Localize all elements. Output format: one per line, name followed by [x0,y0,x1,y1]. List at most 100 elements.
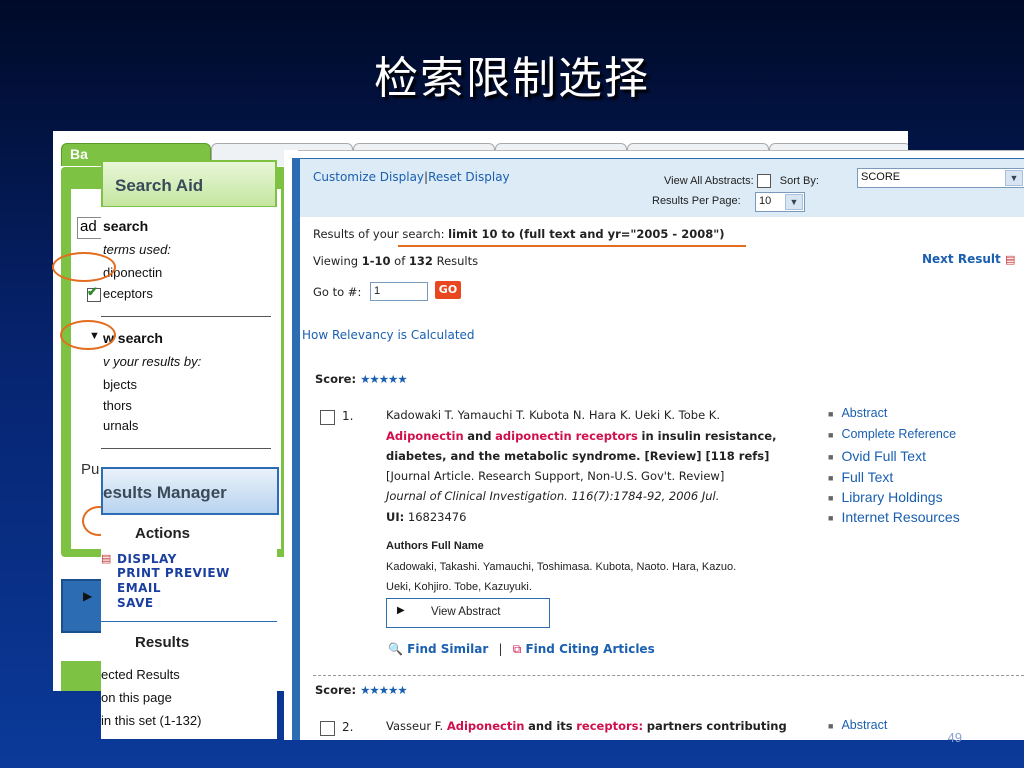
goto-label: Go to #: [313,285,362,299]
view-all-abstracts-row: View All Abstracts: Sort By: [664,174,819,188]
search-section-title: search [103,218,149,234]
record-2-checkbox[interactable] [320,721,335,736]
slide-page-number: 49 [947,730,962,745]
slide-title: 检索限制选择 [374,53,650,104]
authors-full-line-1: Kadowaki, Takashi. Yamauchi, Toshimasa. … [386,561,737,573]
score-label: Score: [315,683,357,697]
record-1-title-line-1[interactable]: Adiponectin and adiponectin receptors in… [386,429,776,443]
record-1-number: 1. [342,409,354,423]
title-text: partners contributing [646,719,787,733]
search-aid-divider [101,316,271,317]
filter-subjects[interactable]: bjects [103,377,137,392]
ui-value: 16823476 [407,510,467,524]
results-per-page-label: Results Per Page: [652,195,741,207]
bullet-icon: ■ [828,408,834,419]
search-term-2[interactable]: eceptors [103,286,153,301]
search-aid-title: Search Aid [115,176,204,195]
selected-results-option[interactable]: ected Results [101,667,180,682]
find-citing-link[interactable]: Find Citing Articles [525,642,654,656]
print-preview-action[interactable]: PRINT PREVIEW [117,566,230,580]
search-summary: Results of your search: limit 10 to (ful… [313,227,724,241]
save-action[interactable]: SAVE [117,596,154,610]
viewing-prefix: Viewing [313,254,359,268]
results-per-page-select[interactable]: 10 ▼ [755,192,805,212]
sort-by-label: Sort By: [779,174,819,187]
annotation-underline [398,245,746,247]
go-button[interactable]: GO [435,281,461,299]
goto-input[interactable]: 1 [370,282,428,301]
search-section-subtitle: terms used: [103,242,171,257]
chevron-down-icon[interactable]: ▼ [1005,170,1023,186]
display-action[interactable]: DISPLAY [117,552,177,566]
sort-by-select[interactable]: SCORE ▼ [857,168,1024,188]
check-icon: ✔ [87,284,98,299]
annotation-ellipse-2 [60,320,116,350]
highlight-term: adiponectin receptors [495,429,638,443]
back-tab-label: Ba [70,146,88,162]
record-2-score: Score: ★★★★★ [315,683,408,697]
abstract-link[interactable]: ■ Abstract [828,406,887,420]
next-result-link[interactable]: Next Result ▤ [922,252,1015,266]
search-summary-prefix: Results of your search: [313,227,445,241]
highlight-term: Adiponectin [386,429,464,443]
record-1-ui: UI: 16823476 [386,510,466,524]
email-action[interactable]: EMAIL [117,581,161,595]
main-left-bar [292,158,300,740]
internet-resources-link-label: Internet Resources [841,509,960,525]
ovid-full-text-link[interactable]: ■ Ovid Full Text [828,448,926,464]
title-connector: and [467,429,492,443]
bullet-icon: ■ [828,452,834,463]
filter-journals[interactable]: urnals [103,418,138,433]
bullet-icon: ■ [828,513,834,524]
actions-title: Actions [135,525,191,542]
results-per-page-value: 10 [759,195,772,207]
record-divider [313,675,1024,676]
results-manager-title: esults Manager [103,483,227,502]
record-1-find-links: 🔍 Find Similar | ⧉ Find Citing Articles [388,642,655,657]
viewing-of: of [394,254,406,268]
bullet-icon: ■ [828,429,834,440]
results-manager-panel: esults Manager Actions ▤ DISPLAY PRINT P… [101,467,279,739]
full-text-link[interactable]: ■ Full Text [828,469,893,485]
library-holdings-link-label: Library Holdings [841,489,943,505]
view-all-abstracts-label: View All Abstracts: [664,174,754,187]
in-this-set-option[interactable]: in this set (1-132) [101,713,201,728]
chevron-down-icon[interactable]: ▼ [785,194,803,210]
find-similar-link[interactable]: Find Similar [407,642,488,656]
record-2-abstract-link[interactable]: ■ Abstract [828,718,887,732]
view-abstract-button[interactable]: ▶ View Abstract [386,598,550,628]
sort-by-value: SCORE [861,171,901,183]
main-tab-strip [298,150,1024,157]
record-1-checkbox[interactable] [320,410,335,425]
search-aid-panel: Search Aid search terms used: diponectin… [87,160,277,460]
display-links: Customize Display|Reset Display [313,170,510,184]
complete-reference-link-label: Complete Reference [841,427,957,441]
ui-label: UI: [386,510,405,524]
back-side-label: Pu [81,461,100,478]
goto-value: 1 [374,285,381,297]
reset-display-link[interactable]: Reset Display [428,170,510,184]
ovid-full-text-link-label: Ovid Full Text [841,448,926,464]
customize-display-link[interactable]: Customize Display [313,170,424,184]
on-this-page-option[interactable]: on this page [101,690,172,705]
results-manager-divider [101,621,277,622]
document-icon: ▤ [1004,253,1016,266]
record-1-title-line-2[interactable]: diabetes, and the metabolic syndrome. [R… [386,449,769,463]
viewing-suffix: Results [436,254,479,268]
bullet-icon: ■ [828,493,834,504]
view-all-abstracts-checkbox[interactable] [756,174,771,188]
internet-resources-link[interactable]: ■ Internet Resources [828,509,960,525]
title-connector: and its [528,719,573,733]
narrow-search-subtitle: v your results by: [103,354,202,369]
authors-full-label: Authors Full Name [386,540,484,552]
library-holdings-link[interactable]: ■ Library Holdings [828,489,943,505]
relevancy-link[interactable]: How Relevancy is Calculated [302,328,475,342]
results-title: Results [135,634,190,651]
bullet-icon: ■ [828,473,834,484]
filter-authors[interactable]: thors [103,398,132,413]
triangle-right-icon[interactable]: ▶ [83,589,92,603]
search-aid-header: Search Aid [101,160,277,207]
record-2-title-line-1[interactable]: Vasseur F. Adiponectin and its receptors… [386,719,787,733]
search-aid-divider-2 [101,448,271,449]
complete-reference-link[interactable]: ■ Complete Reference [828,427,956,441]
